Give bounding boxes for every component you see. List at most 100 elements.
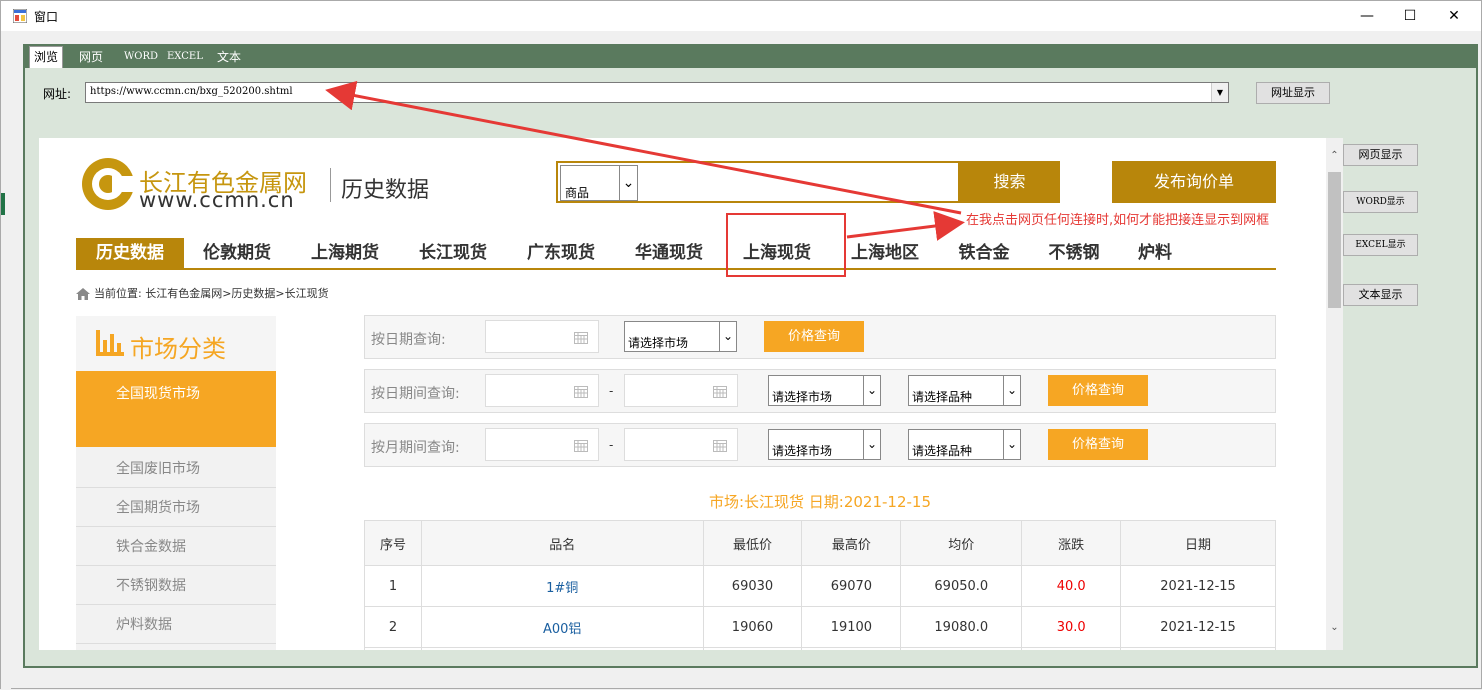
column-header: 涨跌 [1021, 520, 1122, 566]
site-logo-icon[interactable] [82, 158, 134, 210]
url-dropdown-arrow-icon[interactable]: ▼ [1211, 83, 1228, 102]
query-by-month-range: 按月期间查询: - 请选择市场 ⌄ 请选择品种 ⌄ 价格查询 [364, 423, 1276, 467]
variety-select-value: 请选择品种 [912, 444, 973, 458]
search-box[interactable]: 商品 ⌄ [556, 161, 960, 203]
chevron-down-icon[interactable]: ⌄ [619, 166, 637, 200]
variety-select[interactable]: 请选择品种 ⌄ [908, 429, 1021, 460]
scroll-thumb[interactable] [1328, 172, 1341, 308]
calendar-icon[interactable] [574, 439, 588, 452]
market-select[interactable]: 请选择市场 ⌄ [768, 375, 881, 406]
market-select[interactable]: 请选择市场 ⌄ [624, 321, 737, 352]
sidebar-item-furnace[interactable]: 炉料数据 [76, 606, 276, 644]
query-label: 按日期查询: [371, 332, 446, 348]
cell-high: 69070 [801, 565, 902, 607]
tab-text[interactable]: 文本 [213, 47, 245, 67]
webpage-show-button[interactable]: 网页显示 [1343, 144, 1418, 166]
price-table: 序号 品名 最低价 最高价 均价 涨跌 日期 1 1#铜 69030 69070… [364, 520, 1276, 650]
sidebar-item-national-spot[interactable]: 全国现货市场 [76, 371, 276, 447]
nav-item-ferroalloy[interactable]: 铁合金 [948, 238, 1020, 268]
nav-item-changjiang-spot[interactable]: 长江现货 [408, 238, 498, 268]
tab-webpage[interactable]: 网页 [75, 47, 107, 67]
scroll-down-icon[interactable]: ⌄ [1326, 622, 1343, 636]
chevron-down-icon[interactable]: ⌄ [1003, 430, 1020, 459]
cell-low: 69030 [702, 565, 803, 607]
price-query-button[interactable]: 价格查询 [1048, 429, 1148, 460]
calendar-icon[interactable] [574, 331, 588, 344]
chevron-down-icon[interactable]: ⌄ [1003, 376, 1020, 405]
tab-excel[interactable]: EXCEL [163, 47, 207, 67]
start-date-input[interactable] [485, 374, 599, 407]
table-row [364, 647, 1276, 650]
end-date-input[interactable] [624, 374, 738, 407]
text-show-button[interactable]: 文本显示 [1343, 284, 1418, 306]
table-row: 2 A00铝 19060 19100 19080.0 30.0 2021-12-… [364, 606, 1276, 648]
range-dash: - [609, 384, 614, 398]
market-sidebar: 市场分类 全国现货市场 全国废旧市场 全国期货市场 铁合金数据 不锈钢数据 炉料… [76, 316, 276, 650]
sidebar-item-ferroalloy[interactable]: 铁合金数据 [76, 528, 276, 566]
calendar-icon[interactable] [713, 439, 727, 452]
market-select-value: 请选择市场 [628, 336, 689, 350]
cell-product-link[interactable]: A00铝 [420, 606, 704, 648]
calendar-icon[interactable] [574, 385, 588, 398]
nav-item-furnace[interactable]: 炉料 [1128, 238, 1182, 268]
close-button[interactable]: ✕ [1431, 1, 1477, 31]
annotation-highlight-box [726, 213, 846, 277]
sidebar-title: 市场分类 [130, 335, 226, 363]
variety-select[interactable]: 请选择品种 ⌄ [908, 375, 1021, 406]
maximize-button[interactable]: ☐ [1387, 1, 1433, 31]
column-header: 日期 [1120, 520, 1276, 566]
url-label: 网址: [43, 87, 72, 101]
app-icon [13, 9, 27, 23]
nav-item-stainless[interactable]: 不锈钢 [1038, 238, 1110, 268]
breadcrumb-text[interactable]: 当前位置: 长江有色金属网>历史数据>长江现货 [94, 287, 329, 300]
scroll-up-icon[interactable]: ⌃ [1326, 150, 1343, 164]
page-subtitle: 历史数据 [341, 178, 430, 203]
calendar-icon[interactable] [713, 385, 727, 398]
cell-change: 30.0 [1021, 606, 1122, 648]
chevron-down-icon[interactable]: ⌄ [719, 322, 736, 351]
chevron-down-icon[interactable]: ⌄ [863, 430, 880, 459]
cell-date: 2021-12-15 [1120, 565, 1276, 607]
tab-page-browse: 网址: https://www.ccmn.cn/bxg_520200.shtml… [25, 68, 1476, 666]
tab-browse[interactable]: 浏览 [29, 46, 64, 68]
price-query-button[interactable]: 价格查询 [764, 321, 864, 352]
app-window: 窗口 — ☐ ✕ 浏览 网页 WORD EXCEL 文本 网址: https:/… [0, 0, 1482, 690]
query-label: 按月期间查询: [371, 440, 460, 456]
end-month-input[interactable] [624, 428, 738, 461]
nav-item-guangdong-spot[interactable]: 广东现货 [516, 238, 606, 268]
url-combobox[interactable]: https://www.ccmn.cn/bxg_520200.shtml ▼ [85, 82, 1229, 103]
price-query-button[interactable]: 价格查询 [1048, 375, 1148, 406]
browser-scrollbar[interactable]: ⌃ ⌄ [1326, 138, 1343, 650]
cell-product-link[interactable]: 1#铜 [420, 565, 704, 607]
cell-high: 19100 [801, 606, 902, 648]
annotation-text: 在我点击网页任何连接时,如何才能把接连显示到网框 [966, 213, 1270, 228]
sidebar-item-futures[interactable]: 全国期货市场 [76, 489, 276, 527]
start-month-input[interactable] [485, 428, 599, 461]
nav-item-history[interactable]: 历史数据 [76, 238, 184, 268]
table-row: 1 1#铜 69030 69070 69050.0 40.0 2021-12-1… [364, 565, 1276, 607]
url-value[interactable]: https://www.ccmn.cn/bxg_520200.shtml [90, 86, 293, 97]
tab-strip: 浏览 网页 WORD EXCEL 文本 [23, 44, 1478, 68]
excel-show-button[interactable]: EXCEL显示 [1343, 234, 1418, 256]
sidebar-item-stainless[interactable]: 不锈钢数据 [76, 567, 276, 605]
chevron-down-icon[interactable]: ⌄ [863, 376, 880, 405]
tab-word[interactable]: WORD [120, 47, 162, 67]
nav-item-shanghai-futures[interactable]: 上海期货 [300, 238, 390, 268]
nav-item-london-futures[interactable]: 伦敦期货 [192, 238, 282, 268]
cell-avg: 19080.0 [900, 606, 1023, 648]
minimize-button[interactable]: — [1344, 1, 1390, 31]
main-nav: 历史数据 伦敦期货 上海期货 长江现货 广东现货 华通现货 上海现货 上海地区 … [76, 238, 1276, 270]
url-show-button[interactable]: 网址显示 [1256, 82, 1330, 104]
site-url[interactable]: www.ccmn.cn [139, 188, 295, 212]
sidebar-item-scrap[interactable]: 全国废旧市场 [76, 450, 276, 488]
nav-item-shanghai-region[interactable]: 上海地区 [840, 238, 930, 268]
post-inquiry-button[interactable]: 发布询价单 [1112, 161, 1276, 203]
word-show-button[interactable]: WORD显示 [1343, 191, 1418, 213]
nav-item-huatong-spot[interactable]: 华通现货 [624, 238, 714, 268]
background-window-edge [1, 193, 5, 215]
market-select[interactable]: 请选择市场 ⌄ [768, 429, 881, 460]
date-input[interactable] [485, 320, 599, 353]
search-button[interactable]: 搜索 [959, 161, 1060, 203]
breadcrumb: 当前位置: 长江有色金属网>历史数据>长江现货 [76, 285, 329, 301]
search-category-select[interactable]: 商品 ⌄ [560, 165, 638, 201]
